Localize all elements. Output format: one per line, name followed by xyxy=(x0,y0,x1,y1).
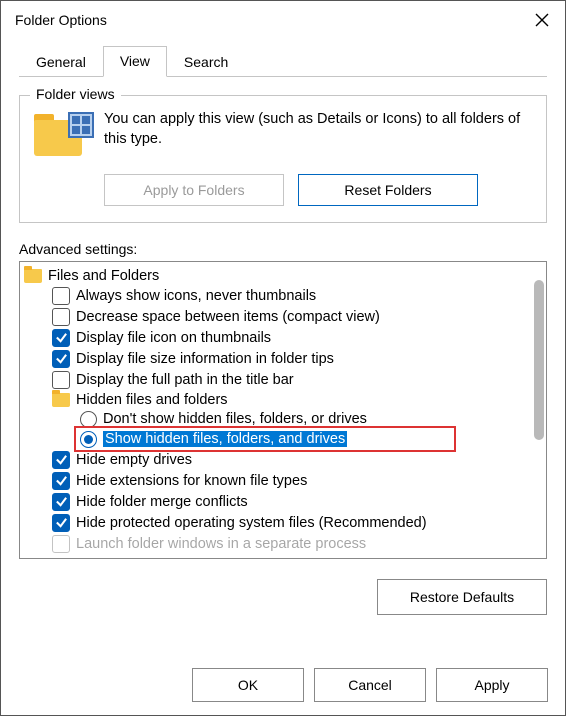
tab-view[interactable]: View xyxy=(103,46,167,77)
apply-to-folders-button: Apply to Folders xyxy=(104,174,284,206)
tree-item-label: Hide protected operating system files (R… xyxy=(76,515,427,531)
tree-item[interactable]: Display file size information in folder … xyxy=(24,348,546,369)
restore-defaults-button[interactable]: Restore Defaults xyxy=(377,579,547,615)
advanced-settings-tree: Files and Folders Always show icons, nev… xyxy=(19,261,547,559)
scrollbar-thumb[interactable] xyxy=(534,280,544,440)
checkbox[interactable] xyxy=(52,371,70,389)
tree-item[interactable]: Decrease space between items (compact vi… xyxy=(24,306,546,327)
folder-icon xyxy=(52,393,70,407)
tree-item-label: Always show icons, never thumbnails xyxy=(76,288,316,304)
tree-item-label: Display the full path in the title bar xyxy=(76,372,294,388)
checkbox[interactable] xyxy=(52,287,70,305)
tree-item[interactable]: Display file icon on thumbnails xyxy=(24,327,546,348)
tree-group-label: Hidden files and folders xyxy=(76,392,228,408)
tree-item-label: Display file size information in folder … xyxy=(76,351,334,367)
close-icon xyxy=(535,13,549,27)
tree-radio-show-hidden[interactable]: Show hidden files, folders, and drives xyxy=(24,429,546,449)
apply-button[interactable]: Apply xyxy=(436,668,548,702)
titlebar: Folder Options xyxy=(1,1,565,39)
checkbox[interactable] xyxy=(52,493,70,511)
tab-search[interactable]: Search xyxy=(167,47,245,77)
tree-radio-dont-show[interactable]: Don't show hidden files, folders, or dri… xyxy=(24,409,546,429)
folder-icon xyxy=(34,114,90,160)
checkbox[interactable] xyxy=(52,329,70,347)
tree-group-hidden: Hidden files and folders xyxy=(24,390,546,409)
tabs: General View Search xyxy=(19,45,547,77)
cancel-button[interactable]: Cancel xyxy=(314,668,426,702)
tree-item[interactable]: Always show icons, never thumbnails xyxy=(24,285,546,306)
dialog-footer: OK Cancel Apply xyxy=(174,668,566,702)
checkbox[interactable] xyxy=(52,308,70,326)
radio[interactable] xyxy=(80,431,97,448)
checkbox[interactable] xyxy=(52,451,70,469)
checkbox[interactable] xyxy=(52,350,70,368)
checkbox[interactable] xyxy=(52,535,70,553)
radio[interactable] xyxy=(80,411,97,428)
tree-item[interactable]: Launch folder windows in a separate proc… xyxy=(24,533,546,554)
tree-group-files-folders: Files and Folders xyxy=(24,266,546,285)
tree-item-label: Launch folder windows in a separate proc… xyxy=(76,536,366,552)
tree-item-label: Display file icon on thumbnails xyxy=(76,330,271,346)
folder-views-group: Folder views You can apply this view (su… xyxy=(19,95,547,223)
tree-item[interactable]: Hide folder merge conflicts xyxy=(24,491,546,512)
folder-icon xyxy=(24,269,42,283)
tree-item-label: Don't show hidden files, folders, or dri… xyxy=(103,411,367,427)
checkbox[interactable] xyxy=(52,514,70,532)
tab-general[interactable]: General xyxy=(19,47,103,77)
folder-views-legend: Folder views xyxy=(30,86,121,102)
tree-item[interactable]: Hide extensions for known file types xyxy=(24,470,546,491)
window-title: Folder Options xyxy=(15,12,107,28)
tree-item-label: Hide folder merge conflicts xyxy=(76,494,248,510)
close-button[interactable] xyxy=(519,1,565,39)
checkbox[interactable] xyxy=(52,472,70,490)
tree-item[interactable]: Display the full path in the title bar xyxy=(24,369,546,390)
tree-item-label: Hide extensions for known file types xyxy=(76,473,307,489)
tree-group-label: Files and Folders xyxy=(48,268,159,284)
tree-item[interactable]: Hide protected operating system files (R… xyxy=(24,512,546,533)
ok-button[interactable]: OK xyxy=(192,668,304,702)
tree-item-label: Decrease space between items (compact vi… xyxy=(76,309,380,325)
tree-item-label: Hide empty drives xyxy=(76,452,192,468)
folder-views-text: You can apply this view (such as Details… xyxy=(104,110,532,149)
tree-item[interactable]: Hide empty drives xyxy=(24,449,546,470)
advanced-settings-label: Advanced settings: xyxy=(19,241,547,257)
reset-folders-button[interactable]: Reset Folders xyxy=(298,174,478,206)
tree-item-label: Show hidden files, folders, and drives xyxy=(103,431,347,447)
